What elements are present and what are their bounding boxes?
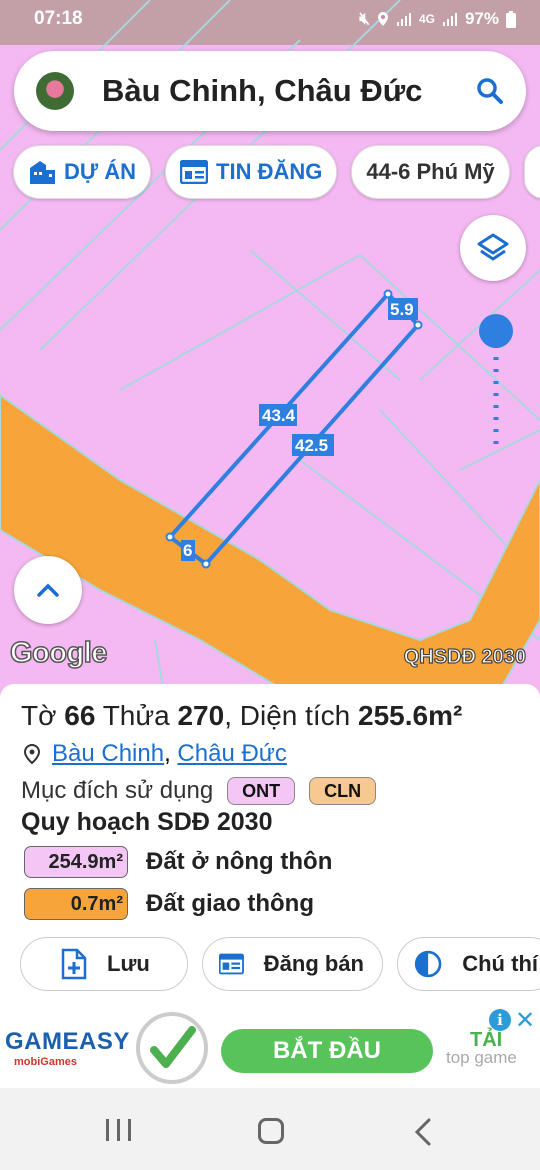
expand-up-button[interactable]: [14, 556, 82, 624]
purpose-badge-cln[interactable]: CLN: [309, 777, 377, 805]
back-icon[interactable]: [414, 1118, 432, 1146]
purpose-badge-ont[interactable]: ONT: [227, 777, 296, 805]
plan-area-value: 0.7m²: [24, 888, 128, 920]
parcel-title: Tờ 66 Thửa 270, Diện tích 255.6m²: [21, 700, 462, 732]
filter-chips: DỰ ÁN TIN ĐĂNG 44-6 Phú Mỹ: [13, 145, 540, 199]
building-icon: [30, 161, 55, 184]
plan-area-value: 254.9m²: [24, 846, 128, 878]
parcel-info-sheet: Tờ 66 Thửa 270, Diện tích 255.6m² Bàu Ch…: [0, 684, 540, 1006]
edge-label: 42.5: [295, 436, 328, 455]
mute-icon: 🔇︎: [359, 9, 370, 28]
search-bar[interactable]: Bàu Chinh, Châu Đức: [14, 51, 526, 131]
save-label: Lưu: [107, 951, 150, 976]
location-pin-icon: [24, 744, 40, 764]
plan-row: 254.9m² Đất ở nông thôn: [24, 846, 332, 878]
land-purpose: Mục đích sử dụng ONT CLN: [21, 777, 377, 805]
location-separator: ,: [164, 740, 171, 767]
checkmark-icon: [150, 1026, 196, 1068]
battery-icon: [506, 10, 516, 28]
home-icon[interactable]: [258, 1118, 284, 1144]
legend-button[interactable]: Chú thí: [397, 937, 540, 991]
ad-banner[interactable]: GAMEASY mobiGames BẮT ĐẦU TẢI top game i…: [0, 1006, 540, 1088]
ad-close-icon[interactable]: ✕: [515, 1006, 535, 1035]
plan-area-label: Đất giao thông: [146, 890, 314, 917]
sheet-label: Tờ: [21, 700, 57, 731]
listing-icon: [219, 953, 244, 975]
action-buttons: Lưu Đăng bán Chú thí: [20, 937, 540, 991]
edge-label: 5.9: [390, 300, 414, 319]
legend-label: Chú thí: [462, 951, 538, 976]
ad-sub: mobiGames: [14, 1056, 77, 1068]
chip-area[interactable]: 44-6 Phú Mỹ: [351, 145, 510, 199]
parcel-number: 270: [177, 700, 225, 731]
search-icon[interactable]: [476, 77, 504, 105]
district-link[interactable]: Châu Đức: [177, 740, 286, 767]
chevron-up-icon: [37, 583, 59, 597]
system-nav-bar: [0, 1088, 540, 1170]
location-icon: [377, 12, 388, 26]
chip-label: TIN ĐĂNG: [216, 159, 323, 184]
search-location-title[interactable]: Bàu Chinh, Châu Đức: [102, 73, 476, 109]
chip-du-an[interactable]: DỰ ÁN: [13, 145, 152, 199]
add-file-icon: [61, 948, 87, 980]
ad-check-logo: [136, 1012, 208, 1084]
post-sale-label: Đăng bán: [263, 951, 364, 976]
chip-label: DỰ ÁN: [64, 159, 137, 184]
google-logo: Google: [9, 636, 108, 670]
post-sale-button[interactable]: Đăng bán: [202, 937, 383, 991]
layers-button[interactable]: [460, 215, 526, 281]
battery-percent: 97%: [464, 9, 499, 28]
recent-apps-icon[interactable]: [106, 1119, 131, 1141]
signal-icon: [396, 12, 411, 26]
plan-area-label: Đất ở nông thôn: [146, 848, 333, 875]
signal-icon-2: [442, 12, 457, 26]
area-value: 255.6m²: [358, 700, 463, 731]
edge-label: 43.4: [262, 406, 296, 425]
ad-info-icon[interactable]: i: [489, 1009, 511, 1031]
ad-topgame-text: top game: [446, 1048, 517, 1067]
plan-row: 0.7m² Đất giao thông: [24, 888, 314, 920]
chip-tin-dang[interactable]: TIN ĐĂNG: [165, 145, 338, 199]
ad-brand: GAMEASY: [5, 1028, 130, 1055]
avatar[interactable]: [36, 72, 74, 110]
save-button[interactable]: Lưu: [20, 937, 188, 991]
chip-label: 44-6 Phú Mỹ: [366, 159, 495, 184]
edge-label: 6: [183, 541, 192, 560]
network-type: 4G: [418, 12, 435, 26]
sheet-number: 66: [64, 700, 96, 731]
layers-icon: [477, 233, 509, 261]
half-circle-icon: [414, 950, 442, 978]
map-layer-label: QHSDĐ 2030: [403, 645, 526, 668]
listing-icon: [180, 160, 209, 184]
parcel-label: Thửa: [102, 700, 170, 731]
purpose-label: Mục đích sử dụng: [21, 777, 214, 804]
ward-link[interactable]: Bàu Chinh: [52, 740, 164, 767]
plan-title: Quy hoạch SDĐ 2030: [21, 808, 273, 836]
clock: 07:18: [34, 8, 83, 29]
area-label: , Diện tích: [224, 700, 351, 731]
ad-cta-button[interactable]: BẮT ĐẦU: [221, 1029, 433, 1073]
chip-more[interactable]: [523, 145, 540, 199]
parcel-location: Bàu Chinh, Châu Đức: [24, 740, 287, 768]
status-bar: 07:18 🔇︎ 4G 97%: [0, 0, 540, 38]
